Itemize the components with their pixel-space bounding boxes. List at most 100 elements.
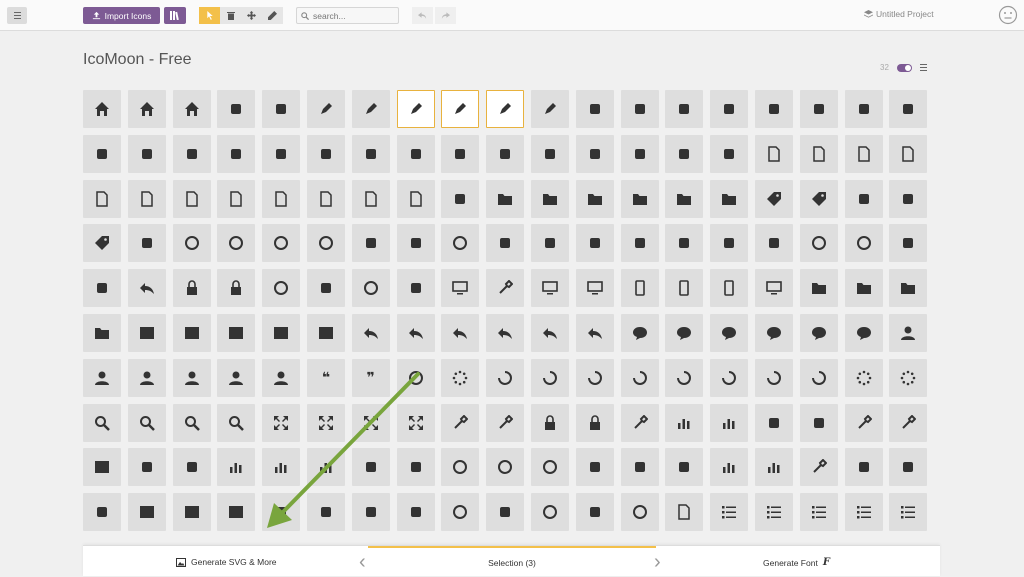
icon-tile-rocket[interactable] [665, 448, 704, 487]
icon-tile-spinner8[interactable] [754, 358, 793, 397]
icon-tile-file-music[interactable] [172, 179, 211, 218]
icon-tile-folder-download[interactable] [665, 179, 704, 218]
icon-tile-spinner9[interactable] [799, 358, 838, 397]
icon-tile-map2[interactable] [83, 269, 121, 308]
icon-tile-envelop[interactable] [620, 224, 659, 263]
icon-tile-coin-euro[interactable] [217, 224, 256, 263]
icon-tile-spinner5[interactable] [620, 358, 659, 397]
icon-set-toggle[interactable] [896, 63, 912, 72]
chevron-left-icon[interactable]: ‹ [359, 551, 366, 574]
icon-tile-menu[interactable] [889, 493, 928, 532]
icon-tile-spinner4[interactable] [575, 358, 614, 397]
icon-tile-meter2[interactable] [754, 448, 793, 487]
icon-tile-wrench[interactable] [620, 403, 659, 442]
icon-tile-calculator[interactable] [396, 224, 435, 263]
icon-tile-bubbles2[interactable] [710, 313, 749, 352]
icon-tile-zoom-in[interactable] [172, 403, 211, 442]
icon-tile-undo2[interactable] [441, 313, 480, 352]
main-menu-button[interactable] [7, 7, 27, 24]
icon-tile-equalizer2[interactable] [710, 403, 749, 442]
search-input[interactable] [313, 10, 393, 21]
icon-tile-drawer2[interactable] [844, 269, 883, 308]
icon-tile-credit-card[interactable] [351, 224, 390, 263]
icon-tile-droplet[interactable] [575, 90, 614, 128]
icon-tile-file-picture[interactable] [127, 179, 166, 218]
icon-tile-folder[interactable] [486, 179, 525, 218]
icon-tile-user-check[interactable] [217, 358, 256, 397]
icon-tile-user[interactable] [889, 313, 928, 352]
icon-tile-music[interactable] [844, 90, 883, 128]
icon-tile-phone-hang-up[interactable] [530, 224, 569, 263]
generate-font-button[interactable]: Generate Font F [763, 557, 830, 568]
icon-tile-user-minus[interactable] [172, 358, 211, 397]
icon-tile-file-text[interactable] [754, 134, 793, 173]
icon-tile-barcode[interactable] [844, 179, 883, 218]
delete-tool[interactable] [220, 7, 241, 24]
icon-tile-stopwatch[interactable] [351, 269, 390, 308]
icon-tile-paint-format[interactable] [620, 90, 659, 128]
icon-tile-folder-plus[interactable] [575, 179, 614, 218]
icon-tile-books[interactable] [665, 134, 704, 173]
icon-tile-home3[interactable] [172, 90, 211, 128]
icon-tile-file-video[interactable] [262, 179, 301, 218]
icon-tile-bubble2[interactable] [754, 313, 793, 352]
icon-tile-history[interactable] [127, 269, 166, 308]
icon-tile-eyedropper[interactable] [530, 90, 569, 128]
smiley-icon[interactable] [998, 5, 1018, 25]
icon-tile-library[interactable] [710, 134, 749, 173]
icon-tile-coin-pound[interactable] [262, 224, 301, 263]
icon-tile-redo[interactable] [396, 313, 435, 352]
icon-tile-airplane[interactable] [262, 493, 301, 532]
icon-tile-lifebuoy[interactable] [441, 224, 480, 263]
icon-tile-search[interactable] [127, 403, 166, 442]
icon-tile-camera[interactable] [754, 90, 793, 128]
selection-tab[interactable]: Selection (3) [368, 546, 656, 577]
icon-tile-alarm[interactable] [262, 269, 301, 308]
icon-tile-unlocked[interactable] [575, 403, 614, 442]
icon-tile-gift[interactable] [396, 448, 435, 487]
icon-tile-podcast[interactable] [486, 134, 525, 173]
icon-tile-users[interactable] [83, 358, 121, 397]
library-button[interactable] [164, 7, 186, 24]
icon-tile-zoom-out[interactable] [217, 403, 256, 442]
icon-tile-location2[interactable] [754, 224, 793, 263]
search-box[interactable] [296, 7, 399, 24]
icon-tile-clock2[interactable] [217, 269, 256, 308]
icon-tile-enlarge2[interactable] [351, 403, 390, 442]
icon-tile-display[interactable] [530, 269, 569, 308]
icon-tile-truck[interactable] [306, 493, 345, 532]
select-tool[interactable] [199, 7, 220, 24]
icon-tile-pushpin[interactable] [665, 224, 704, 263]
icon-tile-stats-dots[interactable] [217, 448, 256, 487]
icon-tile-user-tie[interactable] [262, 358, 301, 397]
icon-tile-hour-glass[interactable] [396, 358, 435, 397]
icon-tile-spoon-knife[interactable] [575, 448, 614, 487]
icon-tile-box-add[interactable] [889, 269, 928, 308]
icon-tile-ticket[interactable] [83, 224, 121, 263]
icon-tile-spinner10[interactable] [844, 358, 883, 397]
icon-tile-compass[interactable] [799, 224, 838, 263]
icon-tile-phone[interactable] [486, 224, 525, 263]
icon-tile-home[interactable] [83, 90, 121, 128]
icon-tile-compass2[interactable] [844, 224, 883, 263]
icon-tile-power-cord[interactable] [620, 493, 659, 532]
icon-tile-bubbles3[interactable] [799, 313, 838, 352]
icon-tile-pencil[interactable] [306, 90, 345, 128]
icon-tile-stats-bars2[interactable] [306, 448, 345, 487]
icon-tile-binoculars[interactable] [83, 403, 121, 442]
icon-tile-redo2[interactable] [486, 313, 525, 352]
set-menu-icon[interactable] [919, 63, 927, 72]
icon-tile-bin2[interactable] [172, 493, 211, 532]
icon-tile-coin-dollar[interactable] [172, 224, 211, 263]
icon-tile-stack[interactable] [441, 179, 480, 218]
import-icons-button[interactable]: Import Icons [83, 7, 160, 24]
icon-tile-office[interactable] [217, 90, 256, 128]
icon-tile-hammer[interactable] [844, 403, 883, 442]
edit-tool[interactable] [262, 7, 283, 24]
icon-tile-aid-kit[interactable] [83, 448, 121, 487]
icon-tile-image[interactable] [665, 90, 704, 128]
icon-tile-pencil2[interactable] [351, 90, 390, 128]
icon-tile-trophy[interactable] [351, 448, 390, 487]
icon-tile-pacman[interactable] [217, 134, 256, 173]
generate-svg-button[interactable]: Generate SVG & More [176, 557, 277, 567]
